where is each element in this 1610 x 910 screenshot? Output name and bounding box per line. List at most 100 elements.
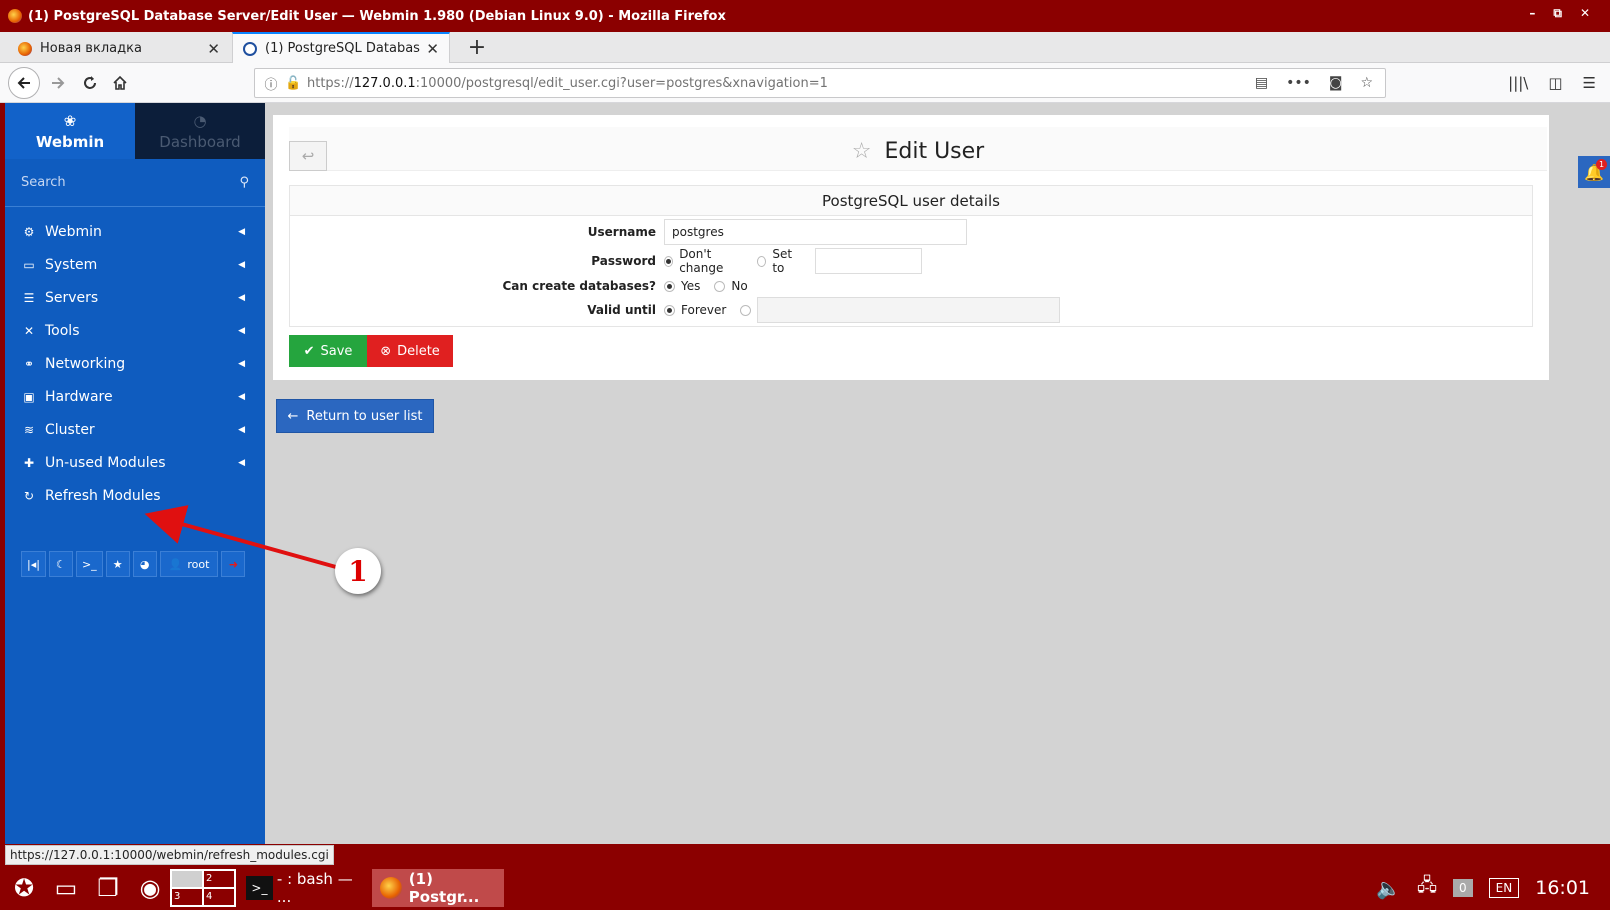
valid-until-field[interactable] (757, 297, 1061, 323)
sidebar-toggle-icon[interactable]: ◫ (1548, 74, 1562, 92)
valid-forever-radio[interactable] (664, 304, 675, 316)
info-icon[interactable]: ⓘ (263, 74, 279, 93)
sidebar-item-label: Servers (45, 289, 99, 306)
user-details-table: PostgreSQL user details Username postgre… (289, 185, 1533, 327)
sidebar-item-webmin[interactable]: ⚙ Webmin ◀ (5, 215, 265, 248)
page-title: ☆ Edit User (289, 139, 1547, 164)
notifications-button[interactable]: 🔔 1 (1578, 156, 1610, 188)
wrench-icon: ✕ (23, 323, 35, 338)
start-menu-icon[interactable]: ✪ (6, 870, 42, 906)
taskbar: ✪ ▭ ❐ ◉ 2 3 4 >_ - : bash — ... (1) Post… (0, 865, 1610, 910)
sidebar-item-refresh-modules[interactable]: ↻ Refresh Modules (5, 479, 265, 512)
password-field[interactable] (814, 248, 922, 274)
workspace-1[interactable] (171, 870, 203, 888)
sidebar-search-input[interactable] (21, 175, 221, 190)
sidebar-item-hardware[interactable]: ▣ Hardware ◀ (5, 380, 265, 413)
create-databases-no-radio[interactable] (714, 280, 726, 292)
workspace-4[interactable]: 4 (203, 888, 235, 906)
save-button[interactable]: ✔ Save (289, 335, 367, 367)
eye-app-icon[interactable]: ◉ (132, 870, 168, 906)
clock[interactable]: 16:01 (1535, 877, 1590, 899)
new-tab-button[interactable]: + (462, 32, 492, 63)
reader-view-icon[interactable]: ▤ (1255, 75, 1268, 91)
pocket-icon[interactable]: ◙ (1329, 75, 1343, 91)
bookmark-star-icon[interactable]: ☆ (1360, 75, 1373, 91)
workspace-pager[interactable]: 2 3 4 (170, 869, 236, 907)
network-monitor-icon[interactable]: 🖧 (1417, 873, 1437, 903)
laptop-icon: ▭ (23, 257, 35, 272)
hamburger-menu-icon[interactable]: ☰ (1583, 74, 1596, 92)
layers-icon: ≋ (23, 422, 35, 437)
user-cog-icon: 👤 (168, 557, 183, 571)
taskbar-item-firefox[interactable]: (1) Postgr... (372, 869, 504, 907)
sidebar-item-unused-modules[interactable]: ✚ Un-used Modules ◀ (5, 446, 265, 479)
password-set-to-radio[interactable] (757, 255, 767, 267)
workspace-3[interactable]: 3 (171, 888, 203, 906)
notification-counter[interactable]: 0 (1453, 879, 1473, 897)
username-field[interactable]: postgres (664, 219, 967, 245)
terminal-icon[interactable]: >_ (75, 551, 103, 577)
volume-icon[interactable]: 🔈 (1376, 876, 1401, 900)
sidebar-tab-dashboard[interactable]: ◔ Dashboard (135, 103, 265, 159)
sidebar-item-tools[interactable]: ✕ Tools ◀ (5, 314, 265, 347)
keyboard-layout[interactable]: EN (1488, 878, 1520, 898)
delete-button[interactable]: ⊗ Delete (367, 335, 453, 367)
sidebar-item-system[interactable]: ▭ System ◀ (5, 248, 265, 281)
night-mode-icon[interactable]: ☾ (48, 551, 73, 577)
caret-left-icon: ◀ (238, 325, 245, 336)
task-label: (1) Postgr... (408, 870, 480, 906)
return-to-user-list-button[interactable]: ← Return to user list (276, 399, 434, 433)
sidebar-item-servers[interactable]: ☰ Servers ◀ (5, 281, 265, 314)
page-title-text: Edit User (884, 139, 985, 164)
sidebar-item-networking[interactable]: ⚭ Networking ◀ (5, 347, 265, 380)
show-desktop-icon[interactable]: ▭ (48, 870, 84, 906)
create-databases-yes-radio[interactable] (664, 280, 675, 292)
sidebar-item-label: Webmin (45, 223, 102, 240)
window-switcher-icon[interactable]: ❐ (90, 870, 126, 906)
webmin-sidebar: ❀ Webmin ◔ Dashboard ⚲ ⚙ Webmin ◀ ▭ Syst… (5, 103, 265, 844)
tab-postgresql[interactable]: (1) PostgreSQL Database Se ✕ (232, 32, 450, 63)
radio-label: Forever (681, 303, 727, 317)
minimize-button[interactable]: – (1529, 6, 1535, 21)
tab-label: (1) PostgreSQL Database Se (265, 41, 420, 56)
edit-user-panel: ↩ ☆ Edit User PostgreSQL user details Us… (273, 115, 1549, 380)
forward-button[interactable] (44, 69, 72, 97)
insecure-lock-icon[interactable]: 🔓 (285, 76, 301, 91)
close-tab-icon[interactable]: ✕ (426, 40, 439, 58)
close-tab-icon[interactable]: ✕ (207, 40, 220, 58)
section-title: PostgreSQL user details (290, 186, 1532, 216)
caret-left-icon: ◀ (238, 259, 245, 270)
taskbar-item-bash[interactable]: >_ - : bash — ... (240, 869, 368, 907)
favorite-star-icon[interactable]: ☆ (852, 139, 872, 164)
tab-label: Новая вкладка (40, 41, 142, 56)
back-arrow-icon (17, 77, 30, 89)
search-icon[interactable]: ⚲ (239, 175, 249, 190)
valid-date-radio[interactable] (740, 304, 752, 316)
url-text[interactable]: https://127.0.0.1:10000/postgresql/edit_… (307, 76, 1255, 91)
favorites-star-icon[interactable]: ★ (105, 551, 130, 577)
home-button[interactable] (106, 69, 134, 97)
reload-button[interactable] (76, 69, 104, 97)
sidebar-tab-webmin[interactable]: ❀ Webmin (5, 103, 135, 159)
sidebar-toolbar: |◂| ☾ >_ ★ ◕ 👤 root ➜ (21, 551, 246, 577)
library-icon[interactable]: |||\ (1508, 74, 1528, 92)
logout-icon[interactable]: ➜ (221, 551, 246, 577)
save-label: Save (320, 343, 353, 359)
page-actions-icon[interactable]: ••• (1286, 75, 1311, 91)
close-window-button[interactable]: ✕ (1580, 6, 1590, 21)
url-bar[interactable]: ⓘ 🔓 https://127.0.0.1:10000/postgresql/e… (254, 68, 1386, 98)
workspace-2[interactable]: 2 (203, 870, 235, 888)
sidebar-item-cluster[interactable]: ≋ Cluster ◀ (5, 413, 265, 446)
collapse-icon[interactable]: |◂| (21, 551, 46, 577)
main-content: ↩ ☆ Edit User PostgreSQL user details Us… (265, 103, 1610, 844)
user-root-button[interactable]: 👤 root (159, 551, 219, 577)
tab-bar: Новая вкладка ✕ (1) PostgreSQL Database … (0, 32, 1610, 63)
annotation-number: 1 (335, 548, 381, 594)
back-button[interactable] (8, 67, 40, 99)
return-label: Return to user list (306, 408, 423, 424)
window-title: (1) PostgreSQL Database Server/Edit User… (28, 8, 726, 24)
maximize-button[interactable]: ⧉ (1553, 6, 1562, 21)
tab-new[interactable]: Новая вкладка ✕ (8, 34, 230, 63)
theme-palette-icon[interactable]: ◕ (132, 551, 157, 577)
password-dont-change-radio[interactable] (664, 255, 674, 267)
